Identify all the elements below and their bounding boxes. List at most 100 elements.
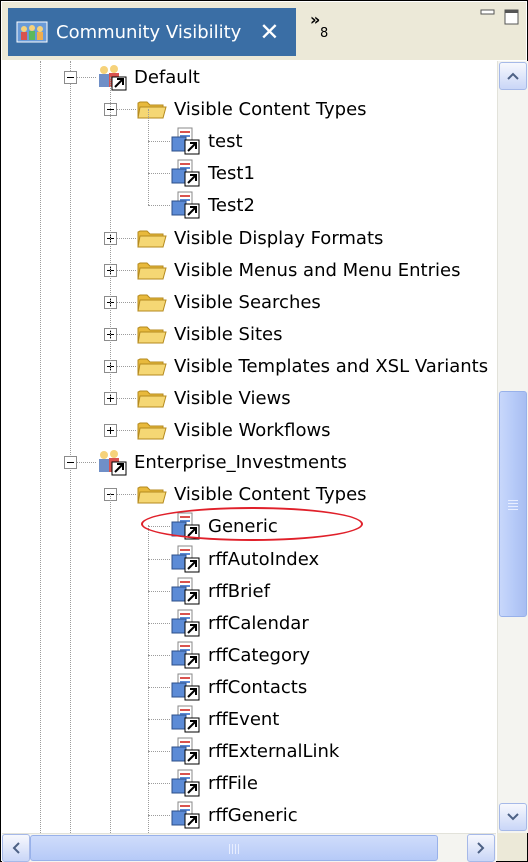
tree-guide-line: [148, 655, 170, 656]
tree-node-content-type[interactable]: rffGeneric: [170, 799, 298, 831]
chevron-left-icon: [12, 842, 20, 854]
tree-node-folder[interactable]: Visible Sites: [136, 318, 282, 350]
tab-title: Community Visibility: [56, 21, 242, 43]
tree-node-label: rffAutoIndex: [208, 548, 320, 570]
tree-node-label: Visible Display Formats: [174, 227, 384, 249]
folder-icon: [136, 256, 168, 284]
content-type-icon: [170, 737, 202, 765]
community-visibility-icon: [16, 20, 48, 44]
scroll-down-button[interactable]: [499, 803, 527, 831]
folder-icon: [136, 384, 168, 412]
tree-node-content-type[interactable]: rffAutoIndex: [170, 543, 319, 575]
tree-node-label: rffEvent: [208, 708, 280, 730]
content-type-icon: [170, 609, 202, 637]
tree-node-folder[interactable]: Visible Content Types: [136, 93, 367, 125]
tree-node-community[interactable]: Default: [96, 61, 200, 93]
scroll-right-button[interactable]: [467, 834, 495, 862]
tree-node-folder[interactable]: Visible Workflows: [136, 414, 331, 446]
tree-node-folder[interactable]: Visible Views: [136, 382, 291, 414]
tree-node-label: Enterprise_Investments: [134, 451, 347, 473]
community-icon: [96, 63, 128, 91]
maximize-button[interactable]: [504, 8, 520, 26]
overflow-chevron-icon: »: [310, 10, 321, 29]
tree-node-label: Visible Searches: [174, 291, 321, 313]
tree-node-label: rffFile: [208, 772, 258, 794]
folder-icon: [136, 320, 168, 348]
expand-toggle-icon[interactable]: [104, 424, 117, 437]
highlight-ellipse: [141, 507, 363, 541]
tree-node-content-type[interactable]: rffCategory: [170, 639, 310, 671]
horizontal-scroll-thumb[interactable]: [30, 835, 438, 861]
tree-node-folder[interactable]: Visible Menus and Menu Entries: [136, 254, 460, 286]
tree-guide-line: [148, 525, 149, 833]
tree-node-label: Visible Views: [174, 387, 291, 409]
community-icon: [96, 448, 128, 476]
collapse-toggle-icon[interactable]: [64, 71, 77, 84]
close-icon[interactable]: ✕: [259, 20, 279, 44]
tree-node-label: Visible Content Types: [174, 483, 367, 505]
vertical-scroll-thumb[interactable]: [499, 391, 527, 617]
content-type-icon: [170, 545, 202, 573]
content-type-icon: [170, 769, 202, 797]
chevron-right-icon: [477, 842, 485, 854]
hidden-views-button[interactable]: » 8: [310, 10, 334, 41]
vertical-scrollbar[interactable]: [497, 61, 528, 833]
horizontal-scrollbar[interactable]: [2, 833, 496, 862]
tree-node-label: Test2: [208, 194, 255, 216]
tree-guide-line: [148, 591, 170, 592]
tree-node-label: test: [208, 130, 243, 152]
tree-node-community[interactable]: Enterprise_Investments: [96, 446, 347, 478]
chevron-up-icon: [507, 72, 519, 80]
tree-guide-line: [40, 61, 41, 833]
folder-icon: [136, 95, 168, 123]
tree-node-folder[interactable]: Visible Display Formats: [136, 222, 383, 254]
tree-node-label: Visible Menus and Menu Entries: [174, 259, 461, 281]
minimize-button[interactable]: [480, 8, 496, 26]
folder-icon: [136, 224, 168, 252]
tree-node-content-type[interactable]: rffExternalLink: [170, 735, 339, 767]
scroll-up-button[interactable]: [499, 62, 527, 90]
folder-icon: [136, 480, 168, 508]
tree-node-folder[interactable]: Visible Searches: [136, 286, 321, 318]
folder-icon: [136, 288, 168, 316]
tree-guide-line: [148, 687, 170, 688]
content-type-icon: [170, 191, 202, 219]
collapse-toggle-icon[interactable]: [64, 456, 77, 469]
tree-node-label: rffExternalLink: [208, 740, 340, 762]
tree-node-label: Visible Workflows: [174, 419, 331, 441]
tree-node-label: rffBrief: [208, 580, 270, 602]
content-type-icon: [170, 641, 202, 669]
hidden-views-count: 8: [320, 26, 329, 41]
scroll-left-button[interactable]: [2, 834, 30, 862]
tree-guide-line: [70, 61, 71, 833]
chevron-down-icon: [507, 813, 519, 821]
tree-node-label: rffContacts: [208, 676, 308, 698]
tree-node-label: Default: [134, 66, 200, 88]
folder-icon: [136, 416, 168, 444]
tree-guide-line: [148, 815, 170, 816]
tree-guide-line: [110, 77, 111, 397]
tree-node-content-type[interactable]: rffContacts: [170, 671, 307, 703]
content-type-icon: [170, 127, 202, 155]
content-type-icon: [170, 159, 202, 187]
tree-node-content-type[interactable]: Test2: [170, 189, 255, 221]
tab-community-visibility[interactable]: Community Visibility ✕: [8, 8, 296, 56]
tree-guide-line: [148, 109, 149, 205]
tree-node-content-type[interactable]: rffBrief: [170, 575, 270, 607]
tree-node-content-type[interactable]: rffCalendar: [170, 607, 309, 639]
folder-icon: [136, 352, 168, 380]
tree-node-label: Test1: [208, 162, 255, 184]
tree-node-content-type[interactable]: rffEvent: [170, 703, 279, 735]
community-visibility-view: Community Visibility ✕ » 8 Default Visibl…: [0, 0, 528, 862]
tree-guide-line: [148, 783, 170, 784]
tree-node-folder[interactable]: Visible Content Types: [136, 478, 367, 510]
tree-node-content-type[interactable]: rffFile: [170, 767, 258, 799]
tree-node-label: Visible Sites: [174, 323, 283, 345]
view-tab-bar: Community Visibility ✕ » 8: [2, 2, 526, 60]
content-type-icon: [170, 705, 202, 733]
tree-node-label: rffCalendar: [208, 612, 309, 634]
tree-guide-line: [148, 559, 170, 560]
tree-node-folder[interactable]: Visible Templates and XSL Variants: [136, 350, 488, 382]
tree-node-content-type[interactable]: Test1: [170, 157, 255, 189]
tree-node-content-type[interactable]: test: [170, 125, 243, 157]
